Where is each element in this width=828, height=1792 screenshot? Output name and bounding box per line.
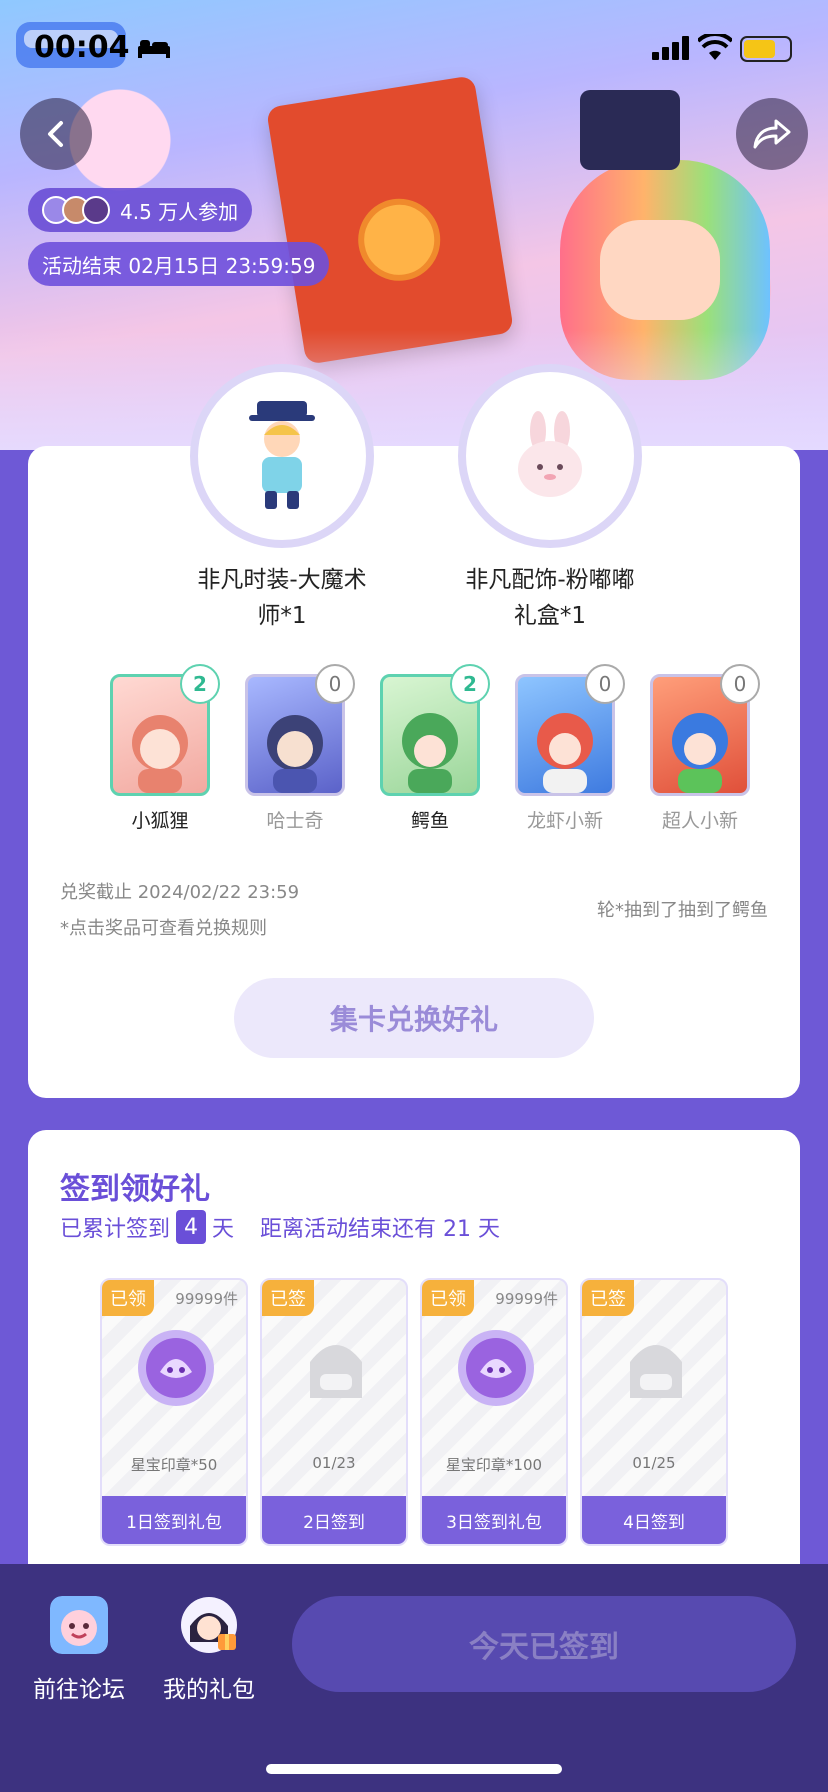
collection-card[interactable]: 0 龙虾小新 bbox=[515, 664, 625, 833]
day-label: 4日签到 bbox=[582, 1496, 726, 1544]
forum-link[interactable]: 前往论坛 bbox=[24, 1596, 134, 1704]
reward-caption: 星宝印章*100 bbox=[445, 1456, 543, 1474]
reward-image-frame bbox=[458, 364, 642, 548]
wifi-icon bbox=[698, 34, 732, 60]
forum-label: 前往论坛 bbox=[33, 1677, 125, 1703]
magician-character-icon bbox=[249, 401, 315, 509]
countdown-badge: 活动结束 02月15日 23:59:59 bbox=[28, 242, 330, 286]
countdown-text: 活动结束 02月15日 23:59:59 bbox=[42, 253, 316, 278]
card-name: 龙虾小新 bbox=[526, 810, 603, 832]
claimed-tag: 已领 bbox=[102, 1280, 154, 1316]
participant-avatars bbox=[42, 196, 110, 224]
exchange-button[interactable]: 集卡兑换好礼 bbox=[234, 978, 594, 1058]
card-count-badge: 2 bbox=[450, 664, 490, 704]
sleep-mode-icon bbox=[138, 40, 170, 58]
winner-ticker: 轮*抽到了抽到了鳄鱼 bbox=[597, 900, 768, 921]
forum-app-icon bbox=[50, 1596, 108, 1654]
accumulated-label: 已累计签到 bbox=[60, 1217, 171, 1242]
day-label: 2日签到 bbox=[262, 1496, 406, 1544]
my-gifts-link[interactable]: 我的礼包 bbox=[154, 1596, 264, 1704]
star-stamp-icon bbox=[458, 1330, 534, 1406]
share-button[interactable] bbox=[736, 98, 808, 170]
pink-bunny-icon bbox=[518, 411, 582, 497]
exchange-rule-tip: *点击奖品可查看兑换规则 bbox=[60, 918, 267, 939]
crocodile-character-icon bbox=[402, 713, 458, 793]
cellular-signal-icon bbox=[652, 36, 689, 60]
checkin-button[interactable]: 今天已签到 bbox=[292, 1596, 796, 1692]
card-count-badge: 2 bbox=[180, 664, 220, 704]
card-collection-panel: 非凡时装-大魔术师*1 非凡配饰-粉嘟嘟礼盒*1 2 小狐狸 0 哈士奇 2 鳄… bbox=[28, 364, 800, 1098]
placeholder-character-icon bbox=[310, 1345, 362, 1398]
signin-progress: 已累计签到 4 天 距离活动结束还有 21 天 bbox=[60, 1210, 500, 1244]
accumulated-days: 4 bbox=[176, 1210, 207, 1244]
signin-day-card[interactable]: 已签 01/23 2日签到 bbox=[260, 1278, 408, 1546]
reward-image-frame bbox=[190, 364, 374, 548]
placeholder-character-icon bbox=[630, 1345, 682, 1398]
signed-tag: 已签 bbox=[262, 1280, 314, 1316]
stock-count: 99999件 bbox=[175, 1290, 238, 1308]
signin-day-card[interactable]: 已签 01/25 4日签到 bbox=[580, 1278, 728, 1546]
remaining-days: 距离活动结束还有 21 天 bbox=[260, 1217, 501, 1242]
reward-magician-outfit[interactable]: 非凡时装-大魔术师*1 bbox=[190, 364, 374, 634]
reward-name: 非凡配饰-粉嘟嘟礼盒*1 bbox=[465, 567, 635, 629]
card-name: 小狐狸 bbox=[131, 810, 189, 832]
signin-day-card[interactable]: 已领 99999件 星宝印章*100 3日签到礼包 bbox=[420, 1278, 568, 1546]
collection-card[interactable]: 0 哈士奇 bbox=[245, 664, 355, 833]
participants-badge: 4.5 万人参加 bbox=[28, 188, 253, 232]
card-count-badge: 0 bbox=[315, 664, 355, 704]
collection-card[interactable]: 0 超人小新 bbox=[650, 664, 760, 833]
collection-card[interactable]: 2 鳄鱼 bbox=[380, 664, 490, 833]
red-envelope-illustration bbox=[265, 75, 515, 365]
reward-caption: 星宝印章*50 bbox=[130, 1456, 218, 1474]
home-indicator bbox=[266, 1764, 562, 1774]
collection-cards: 2 小狐狸 0 哈士奇 2 鳄鱼 0 龙虾小新 0 超人小新 bbox=[110, 664, 760, 833]
share-icon bbox=[753, 119, 791, 149]
chevron-left-icon bbox=[48, 121, 63, 147]
card-name: 超人小新 bbox=[661, 810, 738, 832]
lobster-shinchan-icon bbox=[537, 713, 593, 793]
signin-title: 签到领好礼 bbox=[60, 1172, 210, 1207]
gift-avatar-icon bbox=[181, 1597, 237, 1653]
signin-date: 01/23 bbox=[312, 1454, 356, 1472]
signin-panel: 签到领好礼 已累计签到 4 天 距离活动结束还有 21 天 已领 99999件 … bbox=[28, 1130, 800, 1590]
bottom-action-bar: 前往论坛 我的礼包 今天已签到 bbox=[0, 1564, 828, 1792]
star-stamp-icon bbox=[138, 1330, 214, 1406]
participants-count: 4.5 万人参加 bbox=[120, 199, 239, 224]
status-time: 00:04 bbox=[34, 30, 130, 65]
reward-pink-gift-box[interactable]: 非凡配饰-粉嘟嘟礼盒*1 bbox=[458, 364, 642, 634]
reward-name: 非凡时装-大魔术师*1 bbox=[197, 567, 367, 629]
card-count-badge: 0 bbox=[585, 664, 625, 704]
superman-shinchan-icon bbox=[672, 713, 728, 793]
status-bar: 00:04 bbox=[0, 0, 828, 100]
days-unit: 天 bbox=[212, 1217, 235, 1242]
day-label: 1日签到礼包 bbox=[102, 1496, 246, 1544]
day-label: 3日签到礼包 bbox=[422, 1496, 566, 1544]
signin-day-card[interactable]: 已领 99999件 星宝印章*50 1日签到礼包 bbox=[100, 1278, 248, 1546]
claimed-tag: 已领 bbox=[422, 1280, 474, 1316]
card-count-badge: 0 bbox=[720, 664, 760, 704]
back-button[interactable] bbox=[20, 98, 92, 170]
my-gifts-label: 我的礼包 bbox=[163, 1677, 255, 1703]
exchange-deadline: 兑奖截止 2024/02/22 23:59 bbox=[60, 882, 300, 903]
signin-date: 01/25 bbox=[632, 1454, 676, 1472]
fox-character-icon bbox=[132, 715, 188, 793]
collection-card[interactable]: 2 小狐狸 bbox=[110, 664, 220, 833]
signed-tag: 已签 bbox=[582, 1280, 634, 1316]
card-name: 哈士奇 bbox=[266, 810, 324, 832]
stock-count: 99999件 bbox=[495, 1290, 558, 1308]
husky-character-icon bbox=[267, 715, 323, 793]
signin-day-list: 已领 99999件 星宝印章*50 1日签到礼包 已签 01/23 2日签到 已… bbox=[100, 1278, 728, 1546]
battery-icon bbox=[740, 36, 792, 62]
card-name: 鳄鱼 bbox=[410, 810, 449, 832]
